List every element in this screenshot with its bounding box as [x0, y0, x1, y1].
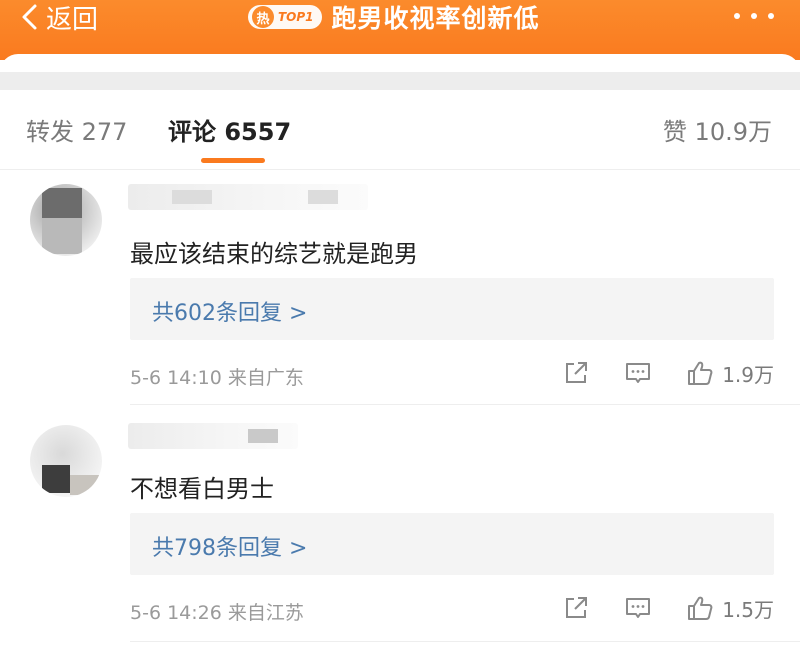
- reply-button[interactable]: [624, 594, 652, 622]
- reply-button[interactable]: [624, 359, 652, 387]
- rank-label: TOP1: [278, 10, 314, 24]
- comment-text: 不想看白男士: [130, 475, 274, 503]
- share-icon: [566, 362, 588, 383]
- hot-icon: 热: [252, 6, 274, 28]
- like-button[interactable]: 1.5万: [686, 594, 774, 623]
- username-blur: [308, 190, 338, 204]
- tab-bar: 转发 277 评论 6557 赞 10.9万: [0, 90, 800, 170]
- tab-repost[interactable]: 转发 277: [26, 112, 127, 147]
- like-count: 1.9万: [722, 362, 774, 387]
- avatar-blur: [70, 475, 102, 495]
- replies-link[interactable]: 共798条回复 >: [130, 513, 774, 575]
- chevron-left-icon: [22, 4, 37, 30]
- divider: [130, 404, 800, 405]
- more-button[interactable]: [734, 6, 774, 26]
- avatar[interactable]: [30, 184, 102, 256]
- divider: [130, 641, 800, 642]
- back-button[interactable]: 返回: [20, 0, 99, 35]
- username[interactable]: [128, 423, 298, 449]
- replies-link[interactable]: 共602条回复 >: [130, 278, 774, 340]
- topic-header: 热 TOP1 跑男收视率创新低: [248, 0, 540, 34]
- more-dots-icon: [768, 13, 774, 19]
- share-button[interactable]: [562, 594, 590, 622]
- share-icon: [566, 597, 588, 618]
- avatar-blur: [42, 188, 82, 218]
- username-blur: [172, 190, 212, 204]
- hot-rank-badge: 热 TOP1: [248, 5, 322, 29]
- replies-count: 共602条回复 >: [152, 301, 308, 326]
- like-button[interactable]: 1.9万: [686, 359, 774, 388]
- avatar[interactable]: [30, 425, 102, 497]
- comment-meta: 5-6 14:26 来自江苏: [130, 602, 304, 624]
- tab-active-indicator: [201, 158, 265, 163]
- comment-meta: 5-6 14:10 来自广东: [130, 367, 304, 389]
- like-count: 1.5万: [722, 597, 774, 622]
- tab-comment[interactable]: 评论 6557: [168, 112, 291, 147]
- more-dots-icon: [751, 13, 757, 19]
- comment-icon: [626, 598, 651, 618]
- comment-actions: 1.9万: [562, 358, 774, 388]
- top-bar: 返回 热 TOP1 跑男收视率创新低: [0, 0, 800, 60]
- avatar-blur: [42, 218, 82, 254]
- thumbs-up-icon: [688, 361, 713, 385]
- comment-text: 最应该结束的综艺就是跑男: [130, 240, 418, 268]
- comment-actions: 1.5万: [562, 593, 774, 623]
- replies-count: 共798条回复 >: [152, 536, 308, 561]
- username-blur: [248, 429, 278, 443]
- back-label: 返回: [46, 4, 99, 35]
- share-button[interactable]: [562, 359, 590, 387]
- avatar-blur: [42, 465, 70, 493]
- more-dots-icon: [734, 13, 740, 19]
- comment-icon: [626, 363, 651, 383]
- tab-like[interactable]: 赞 10.9万: [663, 112, 772, 147]
- thumbs-up-icon: [688, 596, 713, 620]
- username[interactable]: [128, 184, 368, 210]
- page-title: 跑男收视率创新低: [331, 4, 540, 33]
- section-separator: [0, 72, 800, 90]
